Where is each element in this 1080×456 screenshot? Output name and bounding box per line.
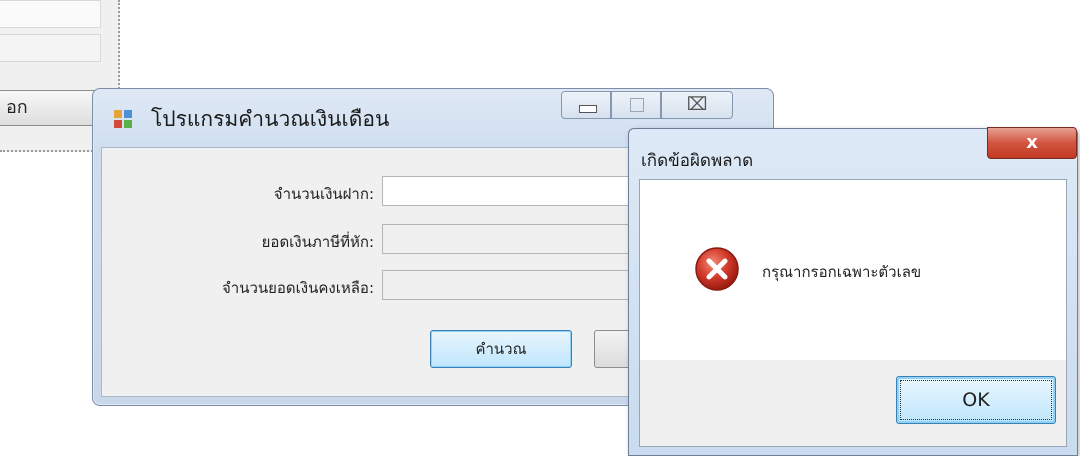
close-button[interactable]: ⌧: [661, 91, 733, 119]
caption-buttons: ⌧: [561, 91, 771, 121]
error-message: กรุณากรอกเฉพาะตัวเลข: [762, 263, 922, 281]
background-field[interactable]: [0, 0, 101, 28]
background-button[interactable]: อก: [0, 90, 104, 126]
maximize-button[interactable]: [611, 91, 661, 119]
dialog-close-button[interactable]: x: [987, 127, 1077, 159]
window-title: โปรแกรมคำนวณเงินเดือน: [151, 107, 390, 131]
error-dialog: เกิดข้อผิดพลาด x กรุณากรอกเฉพาะตัวเลข OK: [628, 127, 1078, 456]
ok-button[interactable]: OK: [896, 376, 1056, 424]
dialog-body: กรุณากรอกเฉพาะตัวเลข: [640, 180, 1066, 360]
dialog-title: เกิดข้อผิดพลาด: [641, 151, 754, 171]
minimize-button[interactable]: [561, 91, 611, 119]
background-field[interactable]: [0, 34, 101, 62]
app-icon: [114, 110, 132, 128]
tax-label: ยอดเงินภาษีที่หัก:: [261, 233, 374, 251]
error-icon: [695, 247, 739, 291]
balance-label: จำนวนยอดเงินคงเหลือ:: [221, 279, 374, 297]
dialog-client-area: กรุณากรอกเฉพาะตัวเลข OK: [639, 179, 1067, 447]
deposit-label: จำนวนเงินฝาก:: [273, 185, 374, 203]
calculate-button[interactable]: คำนวณ: [430, 330, 572, 368]
close-icon: ⌧: [686, 94, 708, 115]
